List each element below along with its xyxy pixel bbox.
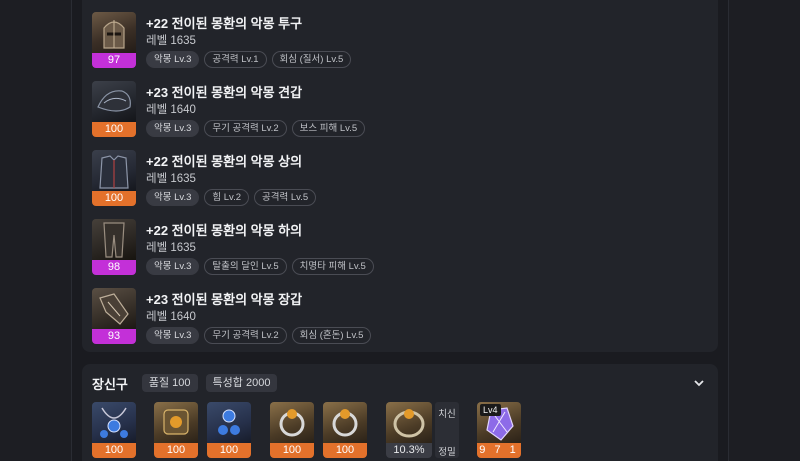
accessories-panel: 장신구 품질 100 특성합 2000 100 100 100 100 100 … bbox=[82, 364, 718, 461]
item-level: 레벨 1635 bbox=[146, 173, 196, 185]
set-tag: 악몽 Lv.3 bbox=[146, 51, 200, 68]
effect-tag: 치명타 피해 Lv.5 bbox=[291, 258, 374, 275]
effect-tag: 무기 공격력 Lv.2 bbox=[204, 120, 287, 137]
item-level: 레벨 1635 bbox=[146, 35, 196, 47]
equipment-item-legs[interactable]: 98 +22 전이된 몽환의 악몽 하의 레벨 1635 악몽 Lv.3 탈출의… bbox=[92, 219, 692, 277]
effect-tag: 회심 (혼돈) Lv.5 bbox=[291, 327, 372, 344]
quality-badge: 100 bbox=[270, 443, 314, 458]
item-level: 레벨 1640 bbox=[146, 311, 196, 323]
quality-badge: 93 bbox=[92, 329, 136, 344]
quality-badge: 100 bbox=[207, 443, 251, 458]
set-tag: 악몽 Lv.3 bbox=[146, 327, 200, 344]
section-title: 장신구 bbox=[92, 376, 128, 392]
bracelet-value: 10.3% bbox=[386, 443, 432, 458]
bracelet-stats: 치신 정밀 bbox=[435, 402, 459, 458]
equipment-thumbnail: 97 bbox=[92, 12, 136, 68]
left-margin bbox=[0, 0, 72, 461]
item-name: +22 전이된 몽환의 악몽 투구 bbox=[146, 16, 303, 31]
effect-tag: 보스 피해 Lv.5 bbox=[291, 120, 366, 137]
item-name: +22 전이된 몽환의 악몽 하의 bbox=[146, 223, 303, 238]
quality-chip: 품질 100 bbox=[141, 374, 198, 392]
quality-badge: 100 bbox=[323, 443, 367, 458]
quality-badge: 100 bbox=[92, 191, 136, 206]
accessory-earring-1[interactable]: 100 bbox=[154, 402, 198, 458]
item-level: 레벨 1640 bbox=[146, 104, 196, 116]
quality-badge: 97 bbox=[92, 53, 136, 68]
item-level: 레벨 1635 bbox=[146, 242, 196, 254]
right-margin bbox=[728, 0, 800, 461]
quality-badge: 100 bbox=[92, 122, 136, 137]
equipment-panel: 97 +22 전이된 몽환의 악몽 투구 레벨 1635 악몽 Lv.3 공격력… bbox=[82, 0, 718, 352]
stone-engraving: 9 7 1 bbox=[477, 443, 521, 458]
chevron-down-icon[interactable] bbox=[692, 376, 706, 390]
ability-stone[interactable]: Lv4 9 7 1 bbox=[477, 402, 521, 458]
effect-tag: 힘 Lv.2 bbox=[204, 189, 250, 206]
equipment-thumbnail: 100 bbox=[92, 81, 136, 137]
effect-tag: 공격력 Lv.5 bbox=[254, 189, 317, 206]
equipment-item-helmet[interactable]: 97 +22 전이된 몽환의 악몽 투구 레벨 1635 악몽 Lv.3 공격력… bbox=[92, 12, 692, 70]
ring-icon bbox=[323, 402, 367, 443]
bracelet-icon bbox=[386, 402, 432, 443]
effect-tag: 회심 (질서) Lv.5 bbox=[271, 51, 352, 68]
item-name: +22 전이된 몽환의 악몽 상의 bbox=[146, 154, 303, 169]
effect-tag: 무기 공격력 Lv.2 bbox=[204, 327, 287, 344]
necklace-icon bbox=[92, 402, 136, 443]
stat-sum-chip: 특성합 2000 bbox=[205, 374, 278, 392]
accessories-header: 장신구 품질 100 특성합 2000 bbox=[92, 374, 278, 392]
quality-badge: 100 bbox=[154, 443, 198, 458]
equipment-item-chest[interactable]: 100 +22 전이된 몽환의 악몽 상의 레벨 1635 악몽 Lv.3 힘 … bbox=[92, 150, 692, 208]
bracelet-stat-1: 치신 bbox=[438, 409, 456, 420]
effect-tag: 탈출의 달인 Lv.5 bbox=[204, 258, 287, 275]
earring-icon bbox=[207, 402, 251, 443]
quality-badge: 100 bbox=[92, 443, 136, 458]
accessory-ring-2[interactable]: 100 bbox=[323, 402, 367, 458]
equipment-thumbnail: 100 bbox=[92, 150, 136, 206]
set-tag: 악몽 Lv.3 bbox=[146, 120, 200, 137]
gloves-icon bbox=[92, 288, 136, 329]
stone-level: Lv4 bbox=[480, 404, 501, 416]
helmet-icon bbox=[92, 12, 136, 53]
set-tag: 악몽 Lv.3 bbox=[146, 258, 200, 275]
effect-tag: 공격력 Lv.1 bbox=[204, 51, 267, 68]
accessory-necklace[interactable]: 100 bbox=[92, 402, 136, 458]
content-column: 97 +22 전이된 몽환의 악몽 투구 레벨 1635 악몽 Lv.3 공격력… bbox=[72, 0, 728, 461]
leg-armor-icon bbox=[92, 219, 136, 260]
ring-icon bbox=[270, 402, 314, 443]
equipment-item-gloves[interactable]: 93 +23 전이된 몽환의 악몽 장갑 레벨 1640 악몽 Lv.3 무기 … bbox=[92, 288, 692, 346]
item-name: +23 전이된 몽환의 악몽 견갑 bbox=[146, 85, 303, 100]
bracelet-stat-2: 정밀 bbox=[438, 447, 456, 458]
accessory-ring-1[interactable]: 100 bbox=[270, 402, 314, 458]
set-tag: 악몽 Lv.3 bbox=[146, 189, 200, 206]
accessory-bracelet[interactable]: 10.3% bbox=[386, 402, 432, 458]
earring-icon bbox=[154, 402, 198, 443]
item-name: +23 전이된 몽환의 악몽 장갑 bbox=[146, 292, 303, 307]
equipment-item-shoulder[interactable]: 100 +23 전이된 몽환의 악몽 견갑 레벨 1640 악몽 Lv.3 무기… bbox=[92, 81, 692, 139]
chest-armor-icon bbox=[92, 150, 136, 191]
quality-badge: 98 bbox=[92, 260, 136, 275]
equipment-thumbnail: 93 bbox=[92, 288, 136, 344]
shoulder-icon bbox=[92, 81, 136, 122]
equipment-thumbnail: 98 bbox=[92, 219, 136, 275]
accessory-earring-2[interactable]: 100 bbox=[207, 402, 251, 458]
